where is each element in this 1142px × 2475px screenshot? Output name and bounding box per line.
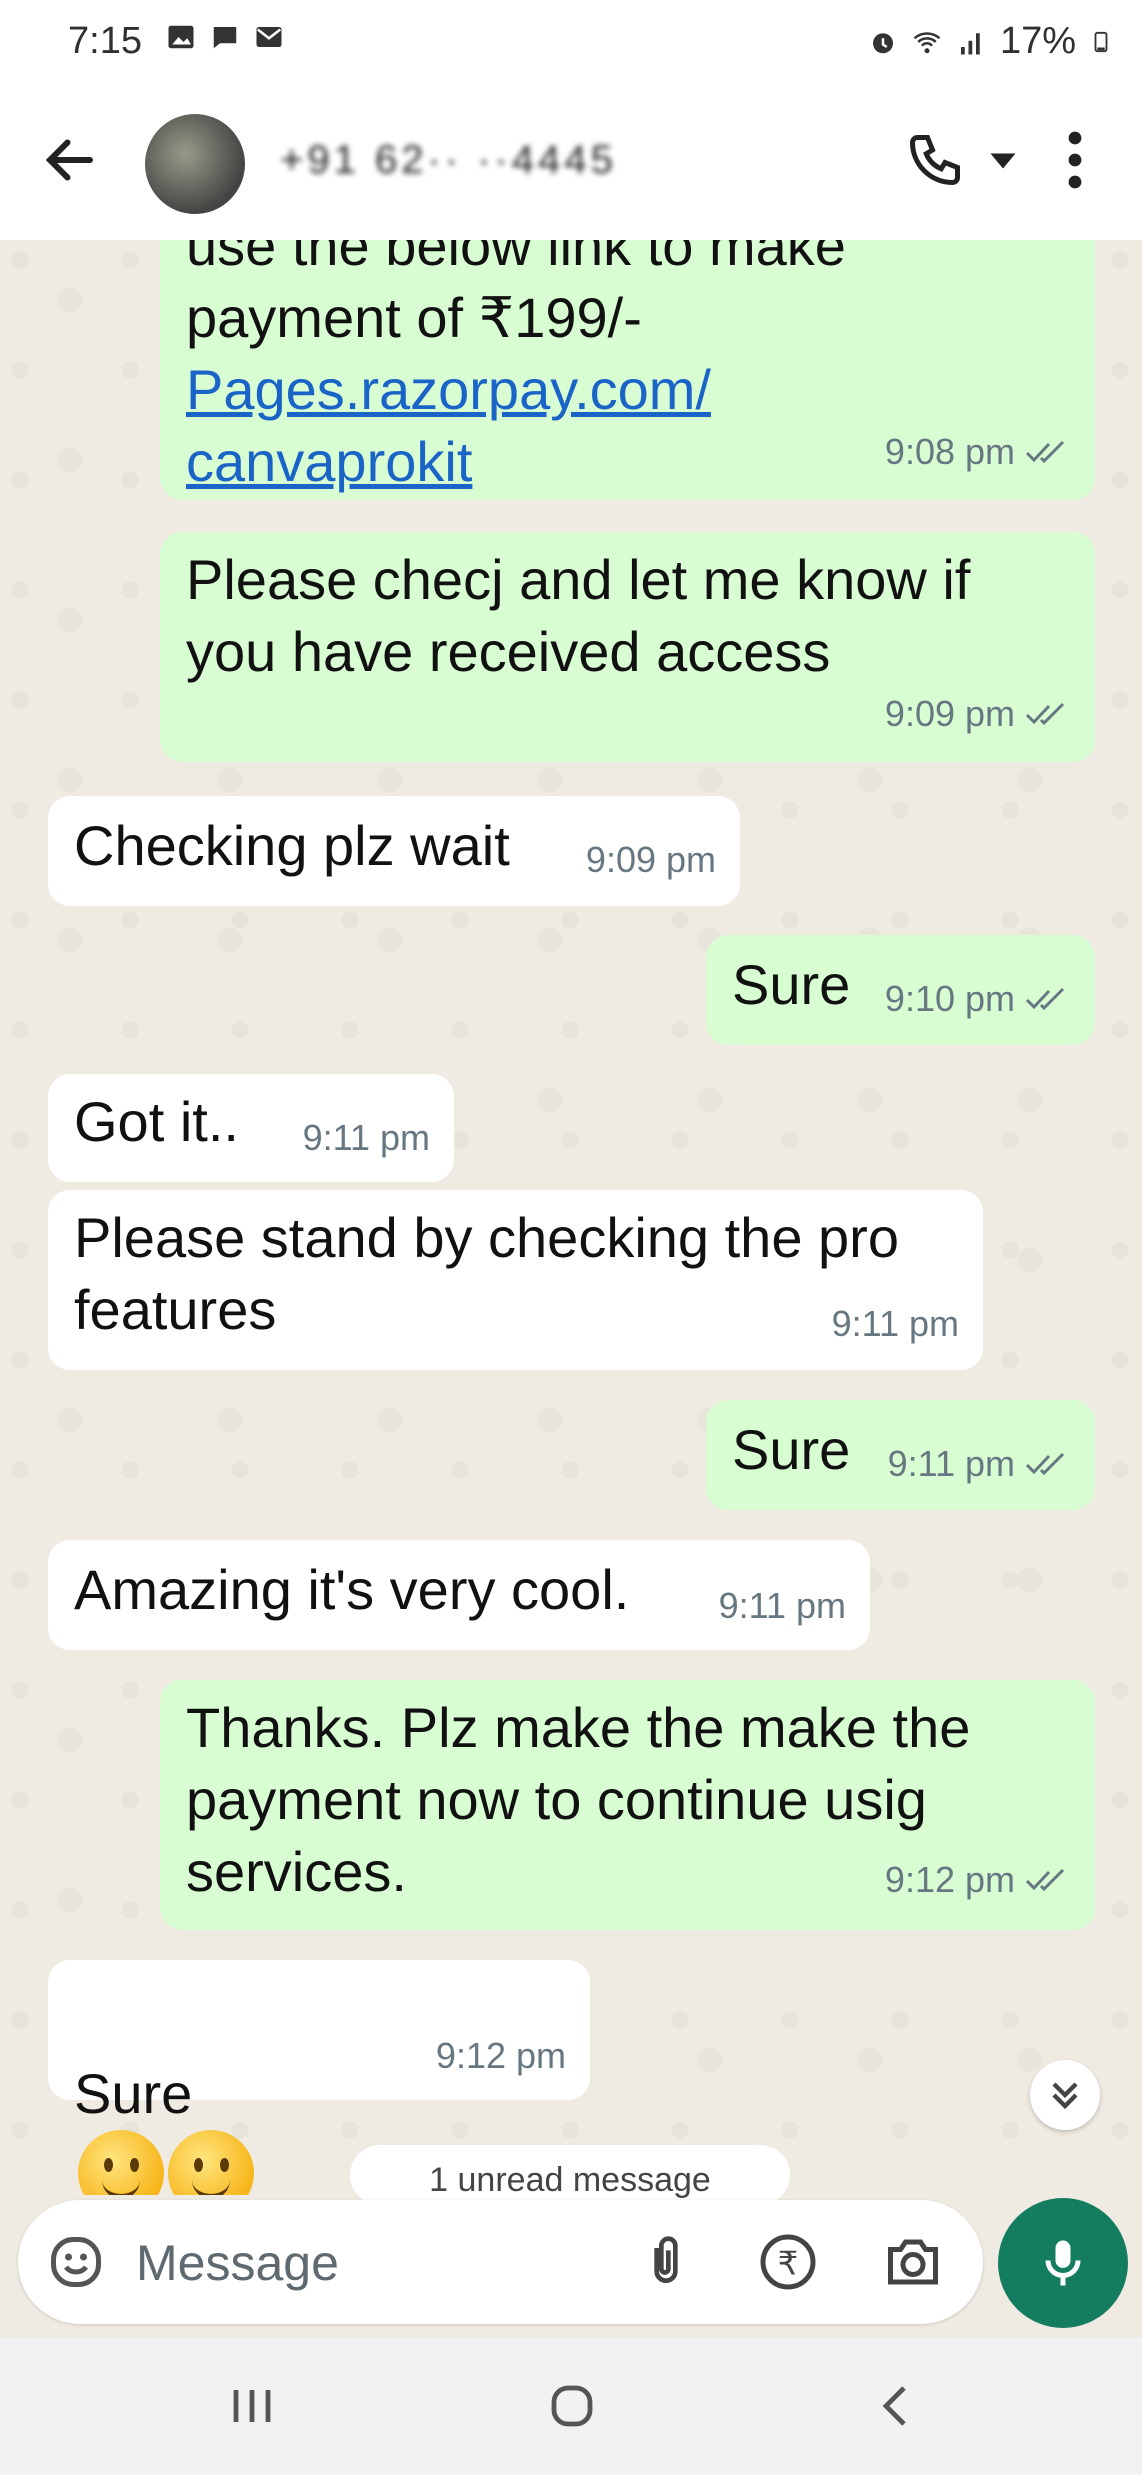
double-check-icon: [1025, 1868, 1065, 1892]
payment-link[interactable]: Pages.razorpay.com/ canvaprokit: [186, 354, 711, 498]
kebab-icon[interactable]: [1060, 130, 1090, 190]
mic-icon: [1045, 2240, 1081, 2286]
system-nav-bar: [0, 2338, 1142, 2475]
message-bubble-incoming[interactable]: Checking plz wait 9:09 pm: [48, 796, 740, 906]
message-list[interactable]: use the below link to make payment of ₹1…: [0, 240, 1142, 2195]
rupee-icon[interactable]: ₹: [758, 2232, 818, 2292]
mail-icon: [256, 27, 282, 47]
camera-icon[interactable]: [883, 2232, 943, 2292]
message-bubble-incoming[interactable]: Please stand by checking the pro feature…: [48, 1190, 983, 1370]
unread-banner: 1 unread message: [350, 2145, 790, 2205]
double-check-icon: [1025, 987, 1065, 1011]
double-check-icon: [1025, 440, 1065, 464]
message-text: Checking plz wait: [74, 814, 510, 877]
chat-header: +91 62·· ··4445: [0, 90, 1142, 241]
message-bubble-incoming[interactable]: Amazing it's very cool. 9:11 pm: [48, 1540, 870, 1650]
battery-icon: [1094, 31, 1108, 52]
status-bar: 7:15 17%: [0, 0, 1142, 90]
message-bubble-outgoing[interactable]: Sure 9:11 pm: [706, 1400, 1095, 1510]
attach-icon[interactable]: [638, 2232, 694, 2292]
message-time: 9:11 pm: [831, 1303, 959, 1344]
message-time: 9:11 pm: [302, 1117, 430, 1158]
svg-text:₹: ₹: [778, 2245, 799, 2283]
message-text: Sure: [732, 953, 851, 1016]
message-time: 9:09 pm: [585, 839, 716, 880]
message-time: 9:10 pm: [884, 978, 1015, 1019]
chat-icon: [213, 27, 237, 49]
nav-back-icon[interactable]: [878, 2382, 914, 2430]
battery-percent: 17%: [999, 20, 1076, 62]
message-composer[interactable]: Message ₹: [18, 2200, 983, 2324]
message-time: 9:09 pm: [884, 693, 1015, 734]
message-bubble-outgoing[interactable]: Sure 9:10 pm: [706, 935, 1095, 1045]
message-bubble-outgoing[interactable]: Please checj and let me know if you have…: [160, 532, 1095, 762]
message-time: 9:12 pm: [884, 1859, 1015, 1900]
message-bubble-outgoing[interactable]: Thanks. Plz make the make the payment no…: [160, 1680, 1095, 1930]
recent-apps-icon[interactable]: [230, 2386, 274, 2426]
smiley-emoji-icon: [78, 2130, 164, 2195]
avatar[interactable]: [145, 114, 245, 214]
message-text: Got it..: [74, 1090, 239, 1153]
scroll-to-bottom-button[interactable]: [1030, 2060, 1100, 2130]
alarm-icon: [872, 32, 893, 53]
contact-name[interactable]: +91 62·· ··4445: [280, 138, 617, 183]
message-input[interactable]: Message: [136, 2234, 339, 2292]
smiley-emoji-icon: [168, 2130, 254, 2195]
message-time: 9:08 pm: [884, 431, 1015, 472]
message-time: 9:11 pm: [887, 1443, 1015, 1484]
chevron-double-down-icon: [1052, 2082, 1078, 2110]
image-icon: [168, 25, 194, 49]
message-text: Please checj and let me know if you have…: [186, 548, 971, 683]
double-check-icon: [1025, 1452, 1065, 1476]
message-text: Please stand by checking the pro feature…: [74, 1206, 899, 1341]
arrow-left-icon[interactable]: [40, 130, 100, 190]
message-text: Amazing it's very cool.: [74, 1558, 630, 1621]
wifi-icon: [913, 31, 941, 53]
message-text: use the below link to make payment of ₹1…: [186, 240, 846, 349]
signal-icon: [960, 32, 980, 54]
phone-icon[interactable]: [905, 130, 965, 190]
emoji-icon[interactable]: [46, 2232, 106, 2292]
double-check-icon: [1025, 702, 1065, 726]
message-bubble-incoming[interactable]: Got it.. 9:11 pm: [48, 1074, 454, 1182]
message-bubble-outgoing[interactable]: use the below link to make payment of ₹1…: [160, 240, 1095, 500]
message-bubble-incoming[interactable]: Sure 9:12 pm: [48, 1960, 590, 2195]
message-time: 9:11 pm: [718, 1585, 846, 1626]
message-time: 9:12 pm: [435, 2035, 566, 2076]
home-icon[interactable]: [548, 2382, 596, 2430]
message-text: Sure: [74, 2062, 193, 2125]
caret-down-icon[interactable]: [988, 148, 1018, 174]
message-text: Sure: [732, 1418, 851, 1481]
mic-button[interactable]: [998, 2198, 1128, 2328]
message-text: Thanks. Plz make the make the payment no…: [186, 1696, 971, 1903]
status-time: 7:15: [68, 20, 142, 62]
